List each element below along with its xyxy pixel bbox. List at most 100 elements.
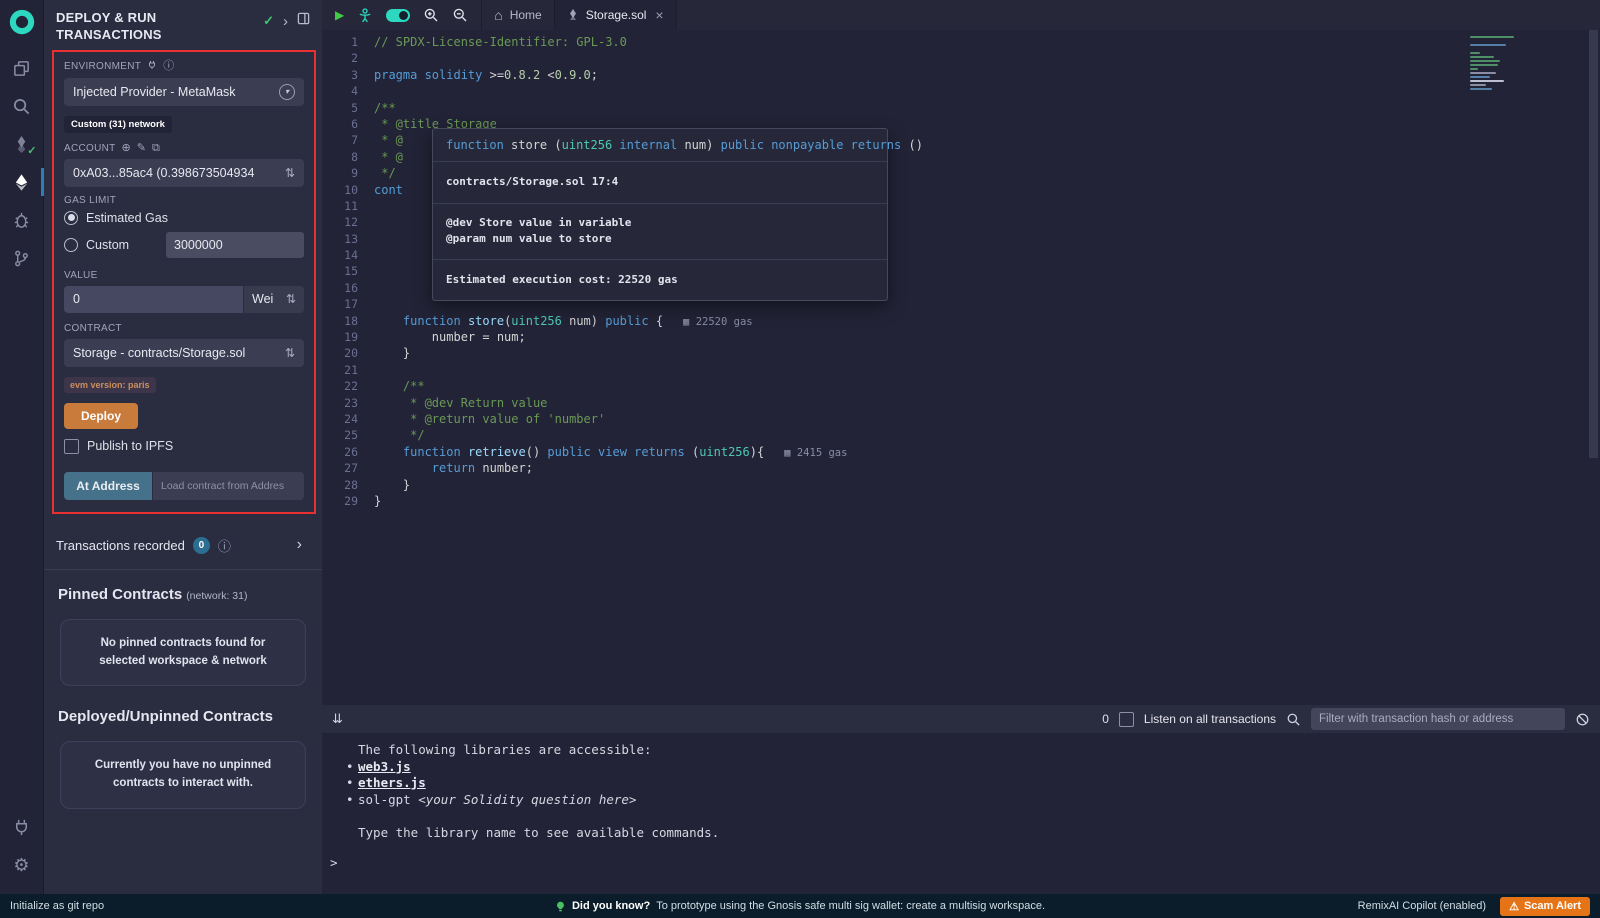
collapse-panel-icon[interactable]: ›: [283, 13, 288, 30]
tooltip-signature: function store (uint256 internal num) pu…: [433, 129, 887, 162]
minimap[interactable]: [1470, 36, 1530, 92]
copy-account-icon[interactable]: ⧉: [152, 143, 160, 154]
add-account-icon[interactable]: ⊕: [122, 143, 131, 154]
tab-storage-sol[interactable]: Storage.sol ×: [555, 0, 677, 30]
transactions-expand-icon[interactable]: ›: [297, 536, 310, 554]
code-line: 21: [322, 362, 1600, 378]
terminal-expand-icon[interactable]: ⇊: [332, 711, 343, 727]
code-line: 22 /**: [322, 378, 1600, 394]
caret-down-icon: ▾: [279, 84, 295, 100]
environment-select[interactable]: Injected Provider - MetaMask ▾: [64, 78, 304, 106]
at-address-button[interactable]: At Address: [64, 472, 152, 500]
code-line: 28 }: [322, 477, 1600, 493]
code-line: 25 */: [322, 427, 1600, 443]
close-tab-icon[interactable]: ×: [655, 7, 663, 23]
contract-select[interactable]: Storage - contracts/Storage.sol ⇅: [64, 339, 304, 367]
clear-console-icon[interactable]: [1575, 712, 1590, 727]
copilot-status[interactable]: RemixAI Copilot (enabled): [1358, 900, 1486, 912]
settings-gear-icon[interactable]: ⚙: [0, 846, 44, 884]
line-number: 28: [322, 477, 374, 493]
word-wrap-toggle[interactable]: [386, 9, 410, 22]
zoom-out-icon[interactable]: [452, 7, 468, 23]
at-address-input[interactable]: [153, 472, 304, 500]
sign-message-icon[interactable]: ✎: [137, 143, 146, 154]
search-icon[interactable]: [0, 87, 44, 125]
custom-gas-radio[interactable]: [64, 238, 78, 252]
custom-gas-label: Custom: [86, 238, 129, 252]
bulb-icon: [555, 901, 566, 912]
terminal-output[interactable]: The following libraries are accessible:•…: [322, 733, 1600, 894]
terminal-line: •sol-gpt <your Solidity question here>: [358, 792, 1600, 809]
terminal-line: The following libraries are accessible:: [358, 742, 1600, 759]
line-number: 6: [322, 116, 374, 132]
value-input[interactable]: [64, 286, 243, 313]
terminal-filter-input[interactable]: [1311, 708, 1565, 730]
line-number: 21: [322, 362, 374, 378]
code-editor[interactable]: 1// SPDX-License-Identifier: GPL-3.023pr…: [322, 30, 1600, 705]
value-unit-select[interactable]: Wei ⇅: [244, 286, 304, 313]
git-init-button[interactable]: Initialize as git repo: [10, 900, 104, 912]
line-number: 25: [322, 427, 374, 443]
home-icon: ⌂: [494, 7, 502, 23]
contract-label: CONTRACT: [64, 323, 122, 334]
deploy-run-icon[interactable]: [0, 163, 44, 201]
gas-limit-label: GAS LIMIT: [64, 195, 116, 206]
file-explorer-icon[interactable]: [0, 49, 44, 87]
transactions-count-badge: 0: [193, 537, 210, 554]
remix-logo-icon[interactable]: [7, 7, 37, 37]
environment-info-icon[interactable]: ⓘ: [163, 61, 174, 72]
git-icon[interactable]: [0, 239, 44, 277]
solidity-compiler-icon[interactable]: ✓: [0, 125, 44, 163]
deploy-button[interactable]: Deploy: [64, 403, 138, 429]
listen-all-checkbox[interactable]: [1119, 712, 1134, 727]
environment-value: Injected Provider - MetaMask: [73, 85, 279, 99]
line-number: 11: [322, 198, 374, 214]
scam-alert-button[interactable]: ⚠ Scam Alert: [1500, 897, 1590, 916]
run-script-icon[interactable]: ▶: [335, 8, 344, 22]
updown-icon: ⇅: [286, 292, 296, 306]
code-line: 29}: [322, 493, 1600, 509]
terminal-tx-count: 0: [1102, 712, 1109, 726]
account-value: 0xA03...85ac4 (0.398673504934: [73, 166, 279, 180]
terminal-search-icon[interactable]: [1286, 712, 1301, 727]
custom-gas-input[interactable]: [166, 232, 304, 258]
pin-panel-icon[interactable]: [297, 12, 310, 30]
line-number: 1: [322, 34, 374, 50]
line-number: 8: [322, 149, 374, 165]
updown-icon: ⇅: [285, 346, 295, 360]
editor-scrollbar[interactable]: [1589, 30, 1598, 458]
publish-ipfs-checkbox[interactable]: [64, 439, 79, 454]
code-line: 4: [322, 83, 1600, 99]
code-line: 5/**: [322, 100, 1600, 116]
code-line: 19 number = num;: [322, 329, 1600, 345]
panel-title: DEPLOY & RUN TRANSACTIONS: [56, 10, 236, 44]
debugger-icon[interactable]: [0, 201, 44, 239]
value-label: VALUE: [64, 270, 98, 281]
plug-icon: [147, 60, 157, 73]
deploy-run-panel: DEPLOY & RUN TRANSACTIONS ✓ › ENVIRONMEN…: [44, 0, 322, 894]
line-number: 29: [322, 493, 374, 509]
estimated-gas-radio[interactable]: [64, 211, 78, 225]
line-number: 4: [322, 83, 374, 99]
code-line: 20 }: [322, 345, 1600, 361]
plugin-manager-icon[interactable]: [0, 808, 44, 846]
account-select[interactable]: 0xA03...85ac4 (0.398673504934 ⇅: [64, 159, 304, 187]
terminal-prompt[interactable]: >: [330, 855, 1600, 872]
updown-icon: ⇅: [285, 166, 295, 180]
code-line: 18 function store(uint256 num) public {▦…: [322, 313, 1600, 329]
transactions-info-icon[interactable]: ⓘ: [218, 536, 231, 555]
value-unit: Wei: [252, 292, 273, 306]
library-link[interactable]: ethers.js: [358, 775, 426, 790]
tab-home[interactable]: ⌂ Home: [482, 0, 554, 30]
remix-ide-window: ✓ ⚙ DEPLOY & RUN TRANSACTIONS ✓ ›: [0, 0, 1600, 918]
zoom-in-icon[interactable]: [423, 7, 439, 23]
compile-success-icon: ✓: [27, 144, 36, 157]
accessibility-icon[interactable]: [357, 7, 373, 23]
warning-icon: ⚠: [1509, 900, 1519, 913]
library-link[interactable]: web3.js: [358, 759, 411, 774]
contract-value: Storage - contracts/Storage.sol: [73, 346, 279, 360]
line-number: 14: [322, 247, 374, 263]
code-line: 23 * @dev Return value: [322, 395, 1600, 411]
transactions-recorded-row: Transactions recorded 0 ⓘ ›: [44, 524, 322, 569]
bullet-icon: •: [346, 775, 358, 792]
